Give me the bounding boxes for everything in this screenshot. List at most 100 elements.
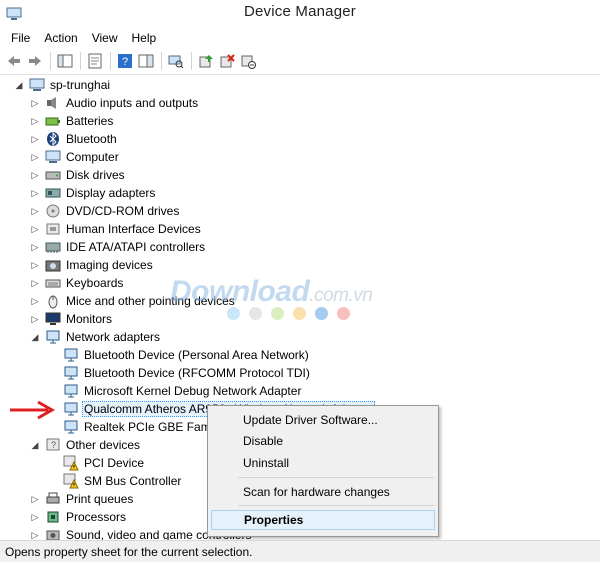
tree-item-monitors[interactable]: ▷ Monitors (30, 310, 114, 328)
network-adapter-icon (63, 419, 79, 435)
tree-item-bt-rfcomm[interactable]: Bluetooth Device (RFCOMM Protocol TDI) (63, 364, 312, 382)
menu-scan-hardware[interactable]: Scan for hardware changes (211, 482, 435, 502)
collapse-icon[interactable]: ◢ (30, 440, 40, 450)
expand-icon[interactable]: ▷ (30, 314, 40, 324)
collapse-icon[interactable]: ◢ (30, 332, 40, 342)
tree-item-bluetooth[interactable]: ▷ Bluetooth (30, 130, 119, 148)
forward-icon[interactable] (25, 51, 45, 71)
tree-item-bt-pan[interactable]: Bluetooth Device (Personal Area Network) (63, 346, 311, 364)
tree-item-label: PCI Device (84, 456, 145, 470)
tree-item-label: Imaging devices (66, 258, 153, 272)
expand-icon[interactable]: ▷ (30, 116, 40, 126)
menu-separator (238, 505, 434, 506)
tree-item-label: Audio inputs and outputs (66, 96, 199, 110)
expand-icon[interactable]: ▷ (30, 512, 40, 522)
disable-icon[interactable] (238, 51, 258, 71)
menu-bar: File Action View Help (0, 28, 600, 48)
update-driver-icon[interactable] (196, 51, 216, 71)
tree-item-pci-device[interactable]: PCI Device (63, 454, 146, 472)
expand-icon[interactable]: ▷ (30, 494, 40, 504)
toolbar-separator (161, 52, 162, 70)
expand-icon[interactable]: ▷ (30, 242, 40, 252)
tree-item-disk-drives[interactable]: ▷ Disk drives (30, 166, 127, 184)
tree-item-label: Other devices (66, 438, 141, 452)
tree-item-label: Microsoft Kernel Debug Network Adapter (84, 384, 302, 398)
tree-item-label: Keyboards (66, 276, 124, 290)
menu-help[interactable]: Help (125, 29, 164, 47)
warning-device-icon (63, 455, 79, 471)
expand-icon[interactable]: ▷ (30, 170, 40, 180)
help-icon[interactable]: ? (115, 51, 135, 71)
tree-item-audio-inputs-and-outputs[interactable]: ▷ Audio inputs and outputs (30, 94, 200, 112)
console-tree-icon[interactable] (55, 51, 75, 71)
properties-icon[interactable] (85, 51, 105, 71)
menu-uninstall[interactable]: Uninstall (211, 453, 435, 473)
menu-disable[interactable]: Disable (211, 431, 435, 451)
speaker-icon (45, 95, 61, 111)
watermark-logo: Download.com.vn (170, 275, 373, 308)
toolbar-separator (191, 52, 192, 70)
tree-item-label: Print queues (66, 492, 134, 506)
action-pane-icon[interactable] (136, 51, 156, 71)
tree-item-label: DVD/CD-ROM drives (66, 204, 180, 218)
tree-item-batteries[interactable]: ▷ Batteries (30, 112, 115, 130)
tree-item-print-queues[interactable]: ▷ Print queues (30, 490, 135, 508)
camera-icon (45, 257, 61, 273)
tree-item-imaging-devices[interactable]: ▷ Imaging devices (30, 256, 155, 274)
tree-item-computer[interactable]: ▷ Computer (30, 148, 121, 166)
menu-file[interactable]: File (4, 29, 37, 47)
scan-hardware-icon[interactable] (166, 51, 186, 71)
tree-item-display-adapters[interactable]: ▷ Display adapters (30, 184, 157, 202)
tree-item-keyboards[interactable]: ▷ Keyboards (30, 274, 125, 292)
display-adapter-icon (45, 185, 61, 201)
tree-root[interactable]: ◢ sp-trunghai (14, 76, 112, 94)
unknown-device-icon: ? (45, 437, 61, 453)
toolbar: ? (0, 48, 600, 75)
toolbar-separator (110, 52, 111, 70)
expand-icon[interactable]: ▷ (30, 260, 40, 270)
title-bar: Device Manager (0, 0, 600, 28)
tree-item-sm-bus[interactable]: SM Bus Controller (63, 472, 183, 490)
expand-icon[interactable]: ▷ (30, 278, 40, 288)
tree-item-label: Computer (66, 150, 119, 164)
expand-icon[interactable]: ▷ (30, 206, 40, 216)
tree-item-other-devices[interactable]: ◢ ? Other devices (30, 436, 142, 454)
menu-separator (238, 477, 434, 478)
expand-icon[interactable]: ▷ (30, 530, 40, 540)
monitor-icon (45, 311, 61, 327)
warning-device-icon (63, 473, 79, 489)
tree-item-ide-ata-atapi-controllers[interactable]: ▷ IDE ATA/ATAPI controllers (30, 238, 207, 256)
expand-icon[interactable]: ▷ (30, 134, 40, 144)
window-title: Device Manager (243, 3, 357, 20)
tree-item-network-adapters[interactable]: ◢ Network adapters (30, 328, 162, 346)
expand-icon[interactable]: ▷ (30, 296, 40, 306)
mouse-icon (45, 293, 61, 309)
menu-update-driver[interactable]: Update Driver Software... (211, 410, 435, 430)
tree-root-label: sp-trunghai (50, 78, 111, 92)
menu-action[interactable]: Action (37, 29, 84, 47)
hid-icon (45, 221, 61, 237)
tree-item-processors[interactable]: ▷ Processors (30, 508, 128, 526)
back-icon[interactable] (4, 51, 24, 71)
uninstall-icon[interactable] (217, 51, 237, 71)
collapse-icon[interactable]: ◢ (14, 80, 24, 90)
menu-properties[interactable]: Properties (211, 510, 435, 530)
expand-icon[interactable]: ▷ (30, 152, 40, 162)
tree-item-label: Monitors (66, 312, 113, 326)
tree-item-label: Network adapters (66, 330, 161, 344)
processor-icon (45, 509, 61, 525)
tree-item-dvd-cd-rom-drives[interactable]: ▷ DVD/CD-ROM drives (30, 202, 181, 220)
tree-item-ms-kernel-debug[interactable]: Microsoft Kernel Debug Network Adapter (63, 382, 303, 400)
expand-icon[interactable]: ▷ (30, 98, 40, 108)
tree-item-human-interface-devices[interactable]: ▷ Human Interface Devices (30, 220, 203, 238)
red-arrow-icon (10, 400, 56, 420)
ide-icon (45, 239, 61, 255)
watermark-dots (227, 307, 359, 320)
menu-view[interactable]: View (85, 29, 125, 47)
tree-item-label: Human Interface Devices (66, 222, 201, 236)
expand-icon[interactable]: ▷ (30, 188, 40, 198)
tree-item-label: Bluetooth Device (RFCOMM Protocol TDI) (84, 366, 310, 380)
tree-item-label: Display adapters (66, 186, 156, 200)
network-adapter-icon (63, 401, 79, 417)
expand-icon[interactable]: ▷ (30, 224, 40, 234)
